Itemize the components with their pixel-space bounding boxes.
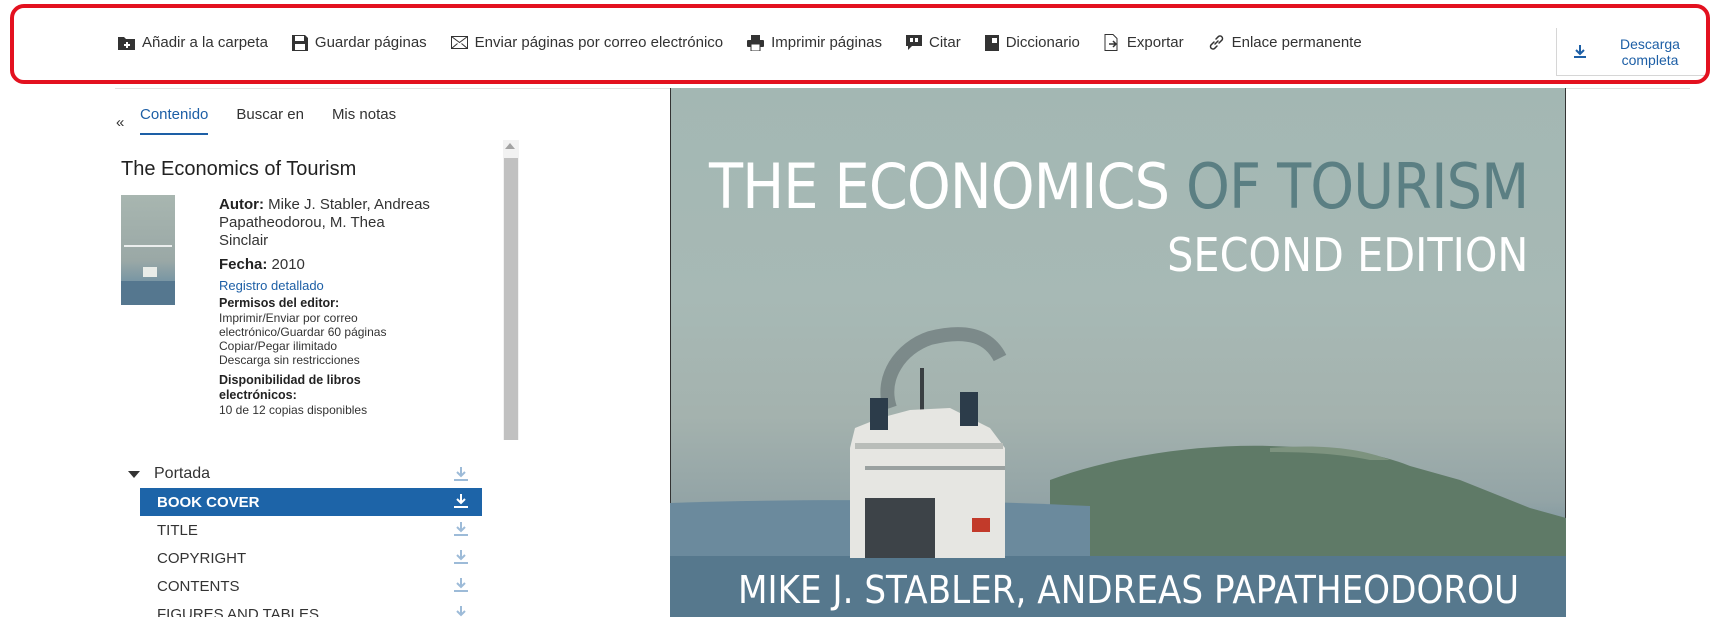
- permalink-label: Enlace permanente: [1231, 34, 1362, 51]
- full-download-label-line1: Descarga: [1620, 35, 1680, 52]
- email-pages-label: Enviar páginas por correo electrónico: [474, 34, 724, 51]
- availability-label: Disponibilidad de libros electrónicos:: [219, 373, 361, 402]
- caret-down-icon[interactable]: [128, 470, 140, 478]
- scroll-up-arrow-icon[interactable]: [505, 143, 515, 149]
- panel-tabs: Contenido Buscar en Mis notas: [140, 106, 424, 135]
- download-icon[interactable]: [454, 494, 468, 509]
- availability-value: 10 de 12 copias disponibles: [219, 403, 368, 417]
- toc-row-label: COPYRIGHT: [157, 549, 247, 567]
- save-pages-label: Guardar páginas: [314, 34, 427, 51]
- date-line: Fecha: 2010: [219, 256, 434, 274]
- book-title: The Economics of Tourism: [121, 158, 357, 180]
- toc-row-book-cover[interactable]: BOOK COVER: [140, 488, 482, 516]
- permissions-line-1: Imprimir/Enviar por correo electrónico/G…: [219, 311, 387, 339]
- ship-stern-door: [865, 498, 935, 558]
- collapse-panel-button[interactable]: «: [116, 114, 124, 131]
- toc-row-label: CONTENTS: [157, 577, 240, 595]
- smoke-plume: [880, 327, 1007, 411]
- download-icon: [1574, 44, 1586, 58]
- permalink-button[interactable]: Enlace permanente: [1208, 34, 1362, 51]
- export-label: Exportar: [1126, 34, 1184, 51]
- cover-photo-ferry: [670, 327, 1566, 617]
- download-icon[interactable]: [454, 578, 468, 593]
- dictionary-label: Diccionario: [1005, 34, 1080, 51]
- full-download-button[interactable]: Descarga completa: [1556, 28, 1706, 76]
- tab-notes[interactable]: Mis notas: [332, 106, 396, 135]
- thumbnail-ship: [143, 267, 157, 277]
- tab-search[interactable]: Buscar en: [236, 106, 304, 135]
- dictionary-icon: [984, 34, 999, 51]
- permissions-label: Permisos del editor:: [219, 296, 340, 310]
- scrollbar-thumb[interactable]: [504, 158, 518, 440]
- date-label: Fecha:: [219, 256, 268, 273]
- toc-row-title[interactable]: TITLE: [140, 516, 482, 544]
- link-icon: [1209, 35, 1223, 50]
- full-download-label: Descarga completa: [1615, 36, 1685, 68]
- full-download-label-line2: completa: [1621, 51, 1679, 68]
- ship-funnel-right: [960, 392, 978, 426]
- book-thumbnail[interactable]: [121, 195, 175, 305]
- toolbar: Añadir a la carpeta Guardar páginas Envi…: [0, 0, 1719, 88]
- floppy-disk-icon: [291, 34, 308, 51]
- print-pages-button[interactable]: Imprimir páginas: [747, 34, 882, 51]
- date-value: 2010: [271, 256, 305, 273]
- toolbar-actions: Añadir a la carpeta Guardar páginas Envi…: [118, 34, 1386, 51]
- download-icon[interactable]: [454, 550, 468, 565]
- toc-row-label: BOOK COVER: [157, 493, 260, 511]
- cite-label: Citar: [929, 34, 961, 51]
- export-button[interactable]: Exportar: [1104, 34, 1184, 51]
- toc-row-contents[interactable]: CONTENTS: [140, 572, 482, 600]
- print-pages-label: Imprimir páginas: [771, 34, 883, 51]
- thumbnail-title-strip: [124, 245, 172, 247]
- author-label: Autor:: [219, 196, 264, 213]
- dictionary-button[interactable]: Diccionario: [984, 34, 1080, 51]
- ship-logo-mark: [972, 518, 990, 532]
- permissions-line-3: Descarga sin restricciones: [219, 353, 360, 367]
- folder-add-icon: [118, 37, 135, 50]
- toc-section-portada[interactable]: Portada: [122, 460, 482, 488]
- download-icon[interactable]: [454, 522, 468, 537]
- toc-row-label: TITLE: [157, 521, 198, 539]
- ship-deck-line: [855, 443, 1003, 449]
- book-metadata: Autor: Mike J. Stabler, Andreas Papatheo…: [219, 196, 434, 417]
- author-line: Autor: Mike J. Stabler, Andreas Papatheo…: [219, 196, 434, 250]
- email-pages-button[interactable]: Enviar páginas por correo electrónico: [450, 34, 724, 51]
- tab-contents[interactable]: Contenido: [140, 106, 209, 135]
- book-cover-page: THE ECONOMICS OF TOURISM SECOND EDITION …: [670, 88, 1566, 617]
- toc-row-copyright[interactable]: COPYRIGHT: [140, 544, 482, 572]
- table-of-contents: Portada BOOK COVER TITLE COPYRIGHT CONTE…: [122, 460, 482, 617]
- add-to-folder-label: Añadir a la carpeta: [142, 34, 268, 51]
- download-icon[interactable]: [454, 606, 468, 617]
- export-icon: [1104, 34, 1118, 51]
- quote-icon: [906, 35, 923, 50]
- cite-button[interactable]: Citar: [906, 34, 961, 51]
- ship-window-row: [865, 466, 1005, 470]
- detailed-record-link[interactable]: Registro detallado: [219, 278, 434, 293]
- save-pages-button[interactable]: Guardar páginas: [291, 34, 427, 51]
- envelope-icon: [450, 36, 468, 49]
- toc-row-label: FIGURES AND TABLES: [157, 605, 319, 617]
- permissions-line-2: Copiar/Pegar ilimitado: [219, 339, 338, 353]
- toc-section-label: Portada: [154, 465, 211, 482]
- cover-authors: MIKE J. STABLER, ANDREAS PAPATHEODOROU: [738, 568, 1520, 612]
- thumbnail-sea: [121, 281, 175, 305]
- add-to-folder-button[interactable]: Añadir a la carpeta: [118, 34, 268, 51]
- ship-funnel-left: [870, 398, 888, 430]
- toc-row-figures-and-tables[interactable]: FIGURES AND TABLES: [140, 600, 482, 617]
- download-icon[interactable]: [454, 466, 468, 482]
- printer-icon: [747, 34, 765, 51]
